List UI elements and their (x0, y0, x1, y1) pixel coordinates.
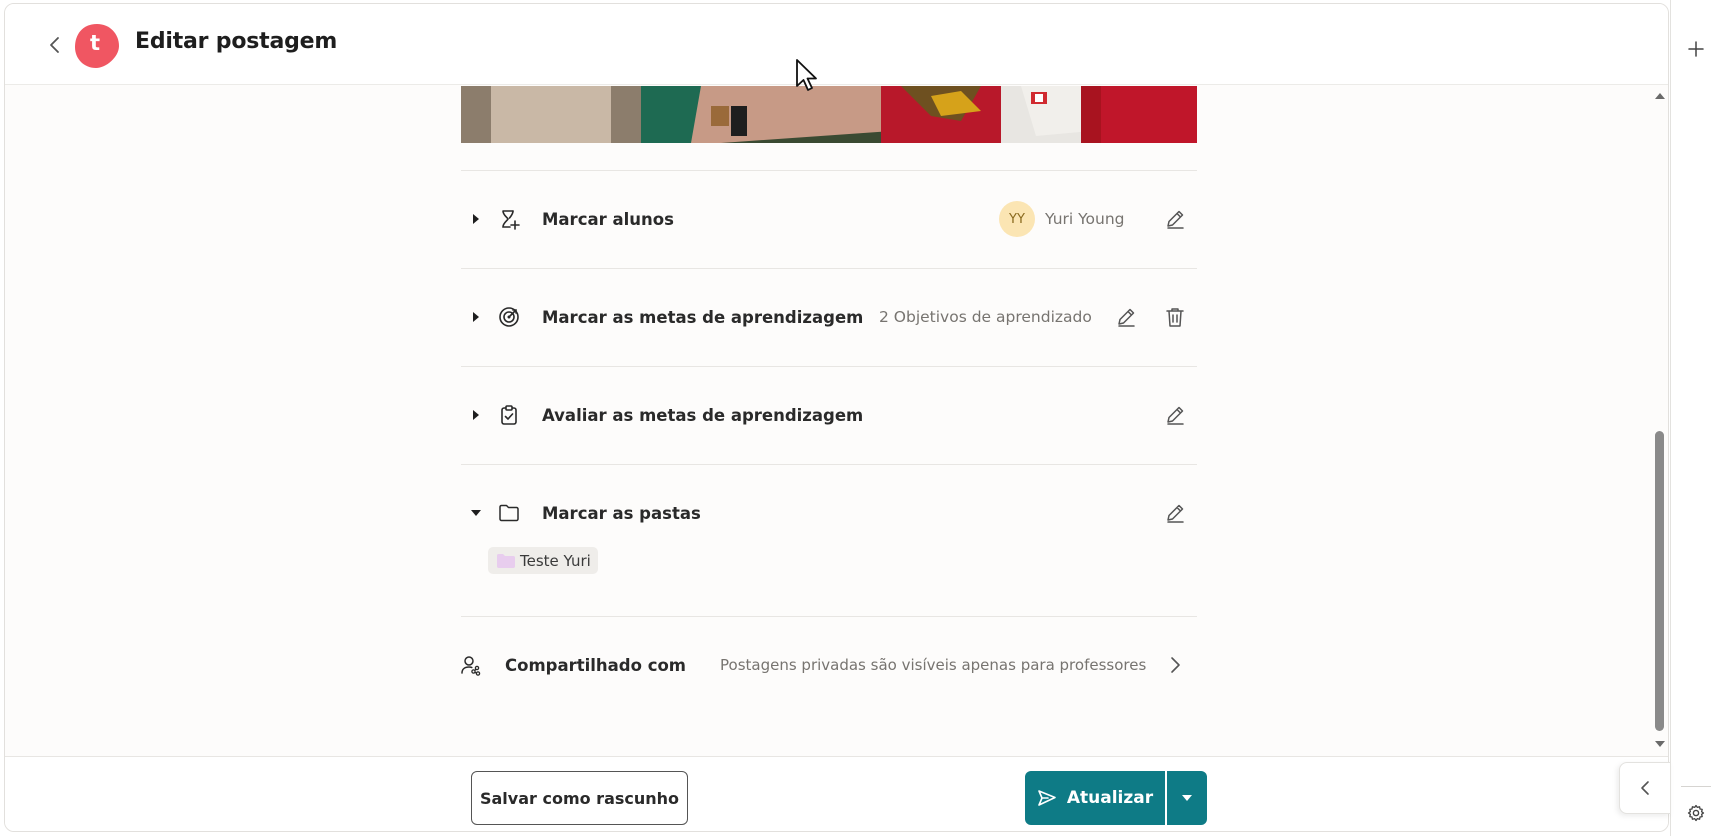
section-title: Compartilhado com (505, 655, 687, 675)
section-tag-folders: Marcar as pastas Teste Yuri (461, 464, 1197, 616)
expand-caret[interactable] (469, 310, 483, 324)
chevron-left-icon (50, 37, 59, 53)
target-icon (497, 305, 521, 329)
user-share-icon (459, 653, 483, 677)
section-assess-goals: Avaliar as metas de aprendizagem (461, 366, 1197, 464)
avatar: YY (999, 201, 1035, 237)
update-button[interactable]: Atualizar (1025, 771, 1165, 825)
section-title: Marcar alunos (542, 209, 674, 229)
gear-icon (1687, 804, 1705, 822)
folder-filled-icon (497, 553, 515, 568)
scroll-down-arrow-icon (1655, 741, 1665, 747)
app-window: t Editar postagem Marcar alunos YY Yuri … (4, 3, 1669, 832)
back-button[interactable] (40, 30, 70, 60)
student-name: Yuri Young (1045, 210, 1125, 228)
header: t Editar postagem (5, 4, 1668, 85)
update-options-button[interactable] (1167, 771, 1207, 825)
caret-right-icon (473, 312, 479, 322)
section-title: Marcar as pastas (542, 503, 701, 523)
update-label: Atualizar (1066, 788, 1154, 808)
app-logo: t (72, 21, 122, 71)
caret-right-icon (473, 410, 479, 420)
shared-description: Postagens privadas são visíveis apenas p… (720, 656, 1147, 674)
expand-caret[interactable] (469, 408, 483, 422)
caret-right-icon (473, 214, 479, 224)
caret-down-icon (471, 510, 481, 516)
pencil-icon (1167, 210, 1184, 229)
section-title: Avaliar as metas de aprendizagem (542, 405, 864, 425)
pencil-icon (1167, 406, 1184, 425)
section-shared-with[interactable]: Compartilhado com Postagens privadas são… (461, 616, 1197, 716)
chevron-right-icon (1171, 657, 1180, 673)
clipboard-check-icon (497, 403, 521, 427)
logo-letter: t (89, 31, 101, 55)
edit-assess-button[interactable] (1160, 400, 1190, 430)
edit-goals-button[interactable] (1111, 302, 1141, 332)
chevron-right-button[interactable] (1160, 650, 1190, 680)
section-tag-students: Marcar alunos YY Yuri Young (461, 170, 1197, 268)
goals-summary: 2 Objetivos de aprendizado (879, 308, 1092, 326)
footer: Salvar como rascunho Atualizar (5, 756, 1668, 831)
folder-tag[interactable]: Teste Yuri (488, 547, 598, 574)
save-draft-button[interactable]: Salvar como rascunho (471, 771, 688, 825)
pencil-icon (1167, 504, 1184, 523)
settings-button[interactable] (1683, 800, 1709, 826)
caret-down-icon (1182, 795, 1192, 801)
section-title: Marcar as metas de aprendizagem (542, 307, 864, 327)
mouse-cursor (795, 58, 821, 98)
rail-divider (1681, 786, 1711, 787)
scroll-up-arrow-icon (1655, 93, 1665, 99)
plus-icon (1688, 41, 1704, 57)
pencil-icon (1118, 308, 1135, 327)
add-button[interactable] (1683, 36, 1709, 62)
collapse-panel-button[interactable] (1619, 762, 1671, 814)
delete-goals-button[interactable] (1160, 302, 1190, 332)
page-title: Editar postagem (135, 29, 338, 54)
chevron-left-icon (1641, 781, 1649, 795)
folder-icon (497, 501, 521, 525)
post-photo (461, 86, 1197, 143)
edit-folders-button[interactable] (1160, 498, 1190, 528)
send-icon (1038, 790, 1056, 806)
right-rail (1670, 0, 1720, 836)
scroll-thumb[interactable] (1655, 431, 1664, 731)
section-tag-goals: Marcar as metas de aprendizagem 2 Objeti… (461, 268, 1197, 366)
trash-icon (1166, 308, 1184, 327)
expand-caret[interactable] (469, 212, 483, 226)
folder-tag-label: Teste Yuri (520, 551, 591, 570)
collapse-caret[interactable] (469, 506, 483, 520)
content-area: Marcar alunos YY Yuri Young Marcar as me… (5, 86, 1668, 756)
scrollbar[interactable] (1651, 86, 1668, 756)
user-plus-icon (497, 207, 521, 231)
edit-students-button[interactable] (1160, 204, 1190, 234)
